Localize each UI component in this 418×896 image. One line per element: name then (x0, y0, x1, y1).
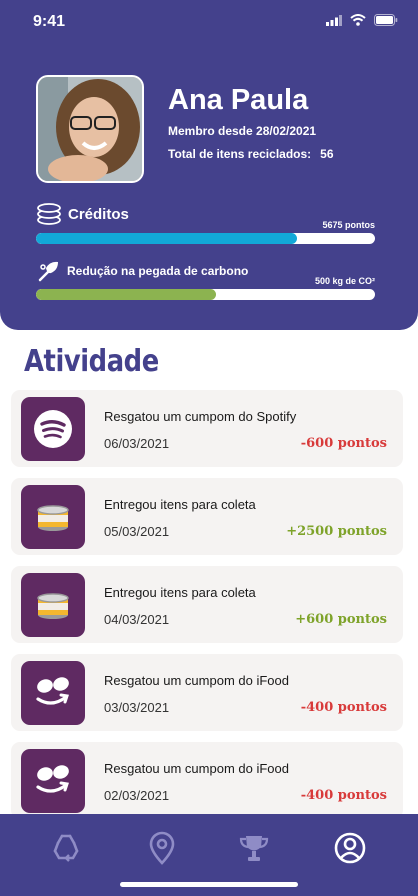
activity-title: Resgatou um cumpom do iFood (104, 761, 289, 776)
ifood-icon (36, 765, 69, 793)
member-since: Membro desde 28/02/2021 (168, 124, 317, 138)
total-recycled-label: Total de itens reciclados: (168, 147, 312, 161)
nav-trophy[interactable] (234, 828, 274, 868)
home-indicator (120, 882, 298, 887)
activity-points: +600 pontos (295, 612, 387, 627)
status-icons (326, 14, 398, 26)
activity-card[interactable]: Entregou itens para coleta 05/03/2021 +250… (11, 478, 403, 555)
can-icon (37, 505, 69, 531)
nav-recycle[interactable] (46, 828, 86, 868)
activity-icon (21, 485, 85, 549)
activity-points: +2500 pontos (286, 524, 387, 539)
activity-card[interactable]: Resgatou um cumpom do iFood 03/03/2021 -40… (11, 654, 403, 731)
spotify-icon (34, 410, 72, 448)
carbon-value: 500 kg de CO² (314, 276, 375, 286)
activity-title: Resgatou um cumpom do iFood (104, 673, 289, 688)
nav-profile[interactable] (330, 828, 370, 868)
activity-title: Entregou itens para coleta (104, 497, 256, 512)
profile-icon (334, 832, 366, 864)
total-recycled-value: 56 (320, 147, 334, 161)
activity-card[interactable]: Resgatou um cumpom do Spotify 06/03/2021 -… (11, 390, 403, 467)
ifood-icon (36, 677, 69, 705)
activity-date: 02/03/2021 (104, 788, 170, 803)
activity-title: Resgatou um cumpom do Spotify (104, 409, 297, 424)
credits-progress-fill (36, 233, 298, 244)
activity-icon (21, 749, 85, 813)
signal-icon (326, 14, 342, 26)
profile-name: Ana Paula (168, 84, 309, 116)
activity-date: 03/03/2021 (104, 700, 170, 715)
total-recycled: Total de itens reciclados: 56 (168, 147, 334, 161)
carbon-label: Redução na pegada de carbono (67, 264, 249, 278)
carbon-progress-fill (36, 289, 216, 300)
activity-title: Entregou itens para coleta (104, 585, 256, 600)
activity-date: 04/03/2021 (104, 612, 170, 627)
nav-map[interactable] (142, 828, 182, 868)
carbon-progress-bar (36, 289, 375, 300)
activity-card[interactable]: Resgatou um cumpom do iFood 02/03/2021 -40… (11, 742, 403, 819)
can-icon (37, 593, 69, 619)
activity-points: -600 pontos (300, 436, 387, 451)
credits-label: Créditos (68, 206, 129, 223)
activity-title: Atividade (24, 344, 159, 379)
activity-points: -400 pontos (300, 788, 387, 803)
activity-icon (21, 397, 85, 461)
map-pin-icon (149, 831, 175, 865)
profile-header: 9:41 Ana Paula Membro desde 28/02/2021 T… (0, 0, 418, 330)
credits-progress-bar (36, 233, 375, 244)
activity-icon (21, 573, 85, 637)
coins-icon (37, 203, 61, 225)
avatar[interactable] (36, 75, 144, 183)
battery-icon (374, 14, 398, 26)
activity-icon (21, 661, 85, 725)
activity-date: 05/03/2021 (104, 524, 170, 539)
trophy-icon (239, 836, 269, 861)
status-time: 9:41 (33, 13, 66, 30)
credits-value: 5675 pontos (322, 220, 375, 230)
activity-card[interactable]: Entregou itens para coleta 04/03/2021 +600… (11, 566, 403, 643)
leaf-icon (38, 261, 58, 282)
activity-date: 06/03/2021 (104, 436, 170, 451)
activity-points: -400 pontos (300, 700, 387, 715)
recycle-icon (53, 834, 79, 862)
wifi-icon (350, 14, 366, 26)
